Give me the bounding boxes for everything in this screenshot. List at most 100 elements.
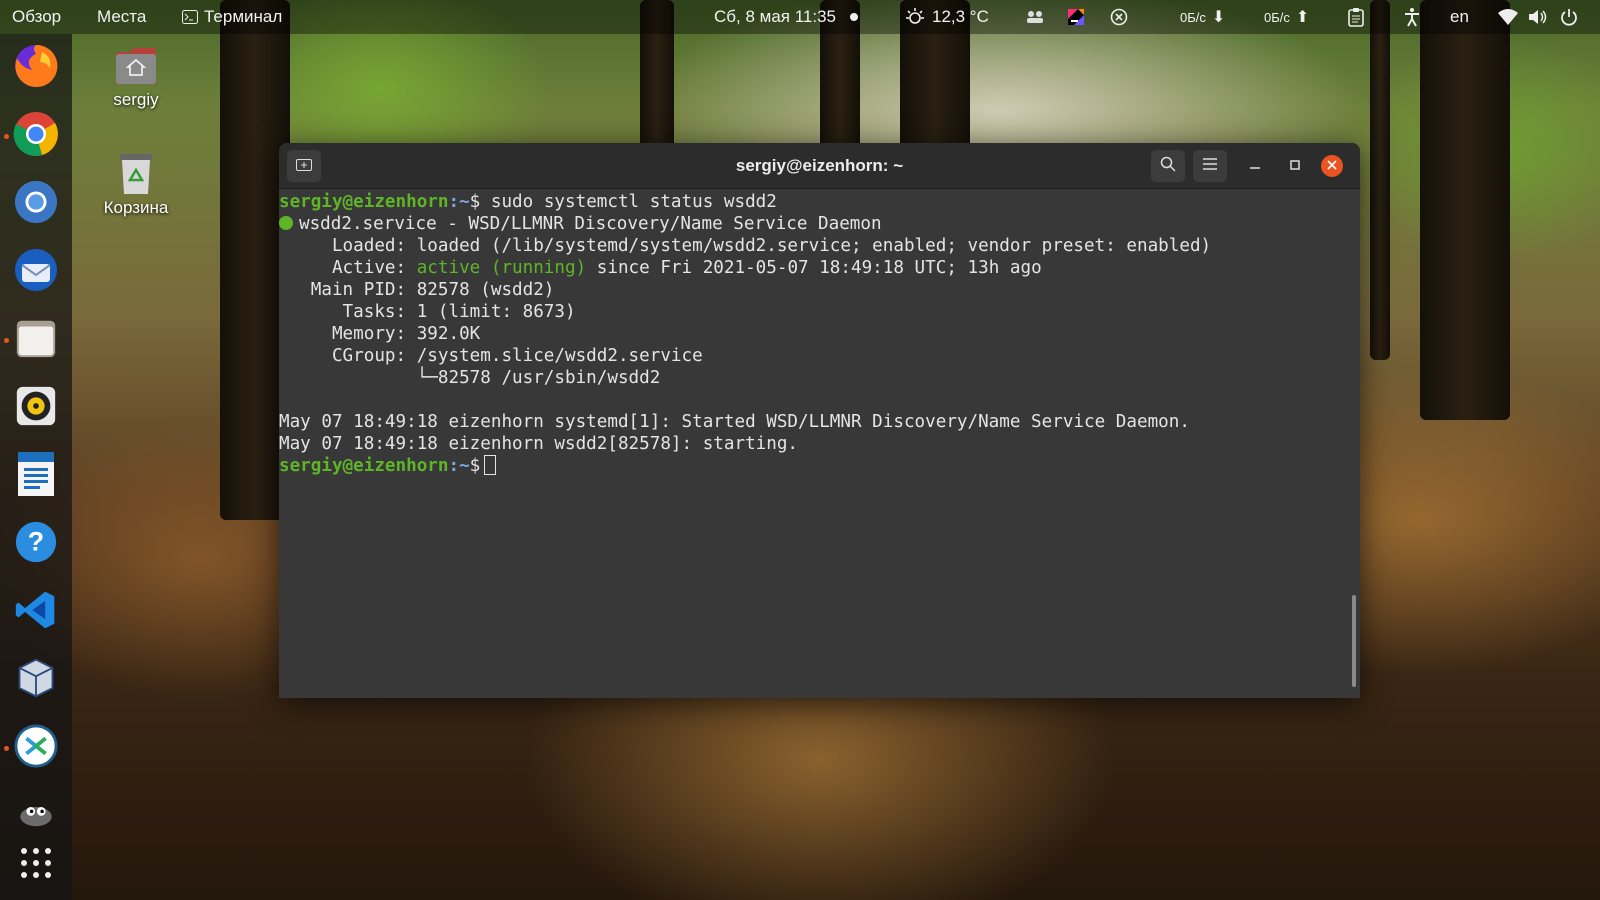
loaded-line: Loaded: loaded (/lib/systemd/system/wsdd… [279, 236, 1212, 256]
running-indicator-files [4, 338, 9, 343]
dock-rhythmbox[interactable] [11, 383, 61, 433]
net-down-label: 0Б/с [1180, 9, 1206, 25]
running-indicator-chrome [4, 134, 9, 139]
active-since: since Fri 2021-05-07 18:49:18 UTC; 13h a… [586, 258, 1042, 278]
scrollbar[interactable] [1352, 595, 1356, 687]
home-folder-label: sergiy [113, 90, 159, 109]
weather-indicator[interactable]: 12,3 °C [904, 0, 989, 34]
rhythmbox-icon [13, 383, 59, 434]
minimize-icon [1250, 157, 1260, 175]
main-pid-line: Main PID: 82578 (wsdd2) [279, 280, 555, 300]
minimize-button[interactable] [1241, 150, 1269, 182]
weather-label: 12,3 °C [932, 7, 989, 26]
sun-cloud-icon [904, 7, 926, 27]
command-text: sudo systemctl status wsdd2 [480, 192, 777, 212]
trash-icon [91, 150, 181, 198]
people-indicator[interactable] [1026, 0, 1044, 34]
prompt-user: sergiy@eizenhorn [279, 192, 449, 212]
close-button[interactable] [1321, 155, 1343, 177]
dock-help[interactable]: ? [11, 519, 61, 569]
desktop-home-folder[interactable]: sergiy [91, 42, 181, 110]
net-up-indicator[interactable]: 0Б/с ⬆ [1264, 0, 1309, 34]
wallpaper-trunk [1420, 0, 1510, 420]
menu-button[interactable] [1193, 150, 1227, 182]
gimp-icon [15, 799, 57, 834]
text-cursor [484, 455, 497, 475]
maximize-icon [1290, 157, 1300, 175]
dock-firefox[interactable] [11, 43, 61, 93]
maximize-button[interactable] [1281, 150, 1309, 182]
log-line: May 07 18:49:18 eizenhorn systemd[1]: St… [279, 412, 1190, 432]
activities-button[interactable]: Обзор [12, 0, 61, 34]
virtualbox-icon [14, 655, 58, 706]
jetbrains-toolbox-indicator[interactable] [1066, 0, 1086, 34]
remmina-icon [13, 723, 59, 774]
clipboard-indicator[interactable] [1348, 0, 1364, 34]
hamburger-icon [1203, 157, 1217, 175]
prompt-user: sergiy@eizenhorn [279, 456, 449, 476]
dock-files[interactable] [11, 315, 61, 365]
search-button[interactable] [1151, 150, 1185, 182]
system-menu[interactable] [1498, 0, 1578, 34]
service-description: wsdd2.service - WSD/LLMNR Discovery/Name… [299, 214, 882, 234]
status-indicator[interactable] [1110, 0, 1128, 34]
dock-chromium[interactable] [11, 179, 61, 229]
accessibility-icon [1403, 7, 1421, 27]
app-menu[interactable]: Терминал [182, 0, 282, 34]
volume-icon [1528, 8, 1548, 26]
active-line: Active: active (running) since Fri 2021-… [279, 257, 1360, 279]
dock-remmina[interactable] [11, 723, 61, 773]
dock-writer[interactable] [11, 451, 61, 501]
document-icon [14, 450, 58, 503]
dock: ? [0, 34, 72, 900]
clipboard-icon [1348, 7, 1364, 27]
dock-virtualbox[interactable] [11, 655, 61, 705]
people-icon [1026, 10, 1044, 24]
dock-gimp[interactable] [11, 791, 61, 841]
clock[interactable]: Сб, 8 мая 11:35 [714, 0, 858, 34]
top-bar: Обзор Места Терминал Сб, 8 мая 11:35 12,… [0, 0, 1600, 34]
active-state: active (running) [416, 258, 587, 278]
dock-vscode[interactable] [11, 587, 61, 637]
cgroup-child-line: └─82578 /usr/sbin/wsdd2 [279, 368, 661, 388]
close-icon [1327, 157, 1337, 175]
chrome-icon [12, 110, 60, 163]
cgroup-line: CGroup: /system.slice/wsdd2.service [279, 346, 703, 366]
log-line: May 07 18:49:18 eizenhorn wsdd2[82578]: … [279, 434, 799, 454]
jetbrains-icon [1066, 7, 1086, 27]
svg-text:?: ? [28, 526, 44, 556]
running-indicator-remmina [4, 746, 9, 751]
files-icon [13, 315, 59, 366]
memory-line: Memory: 392.0K [279, 324, 481, 344]
show-applications-button[interactable] [11, 840, 61, 890]
dock-thunderbird[interactable] [11, 247, 61, 297]
command-line: sergiy@eizenhorn:~$ sudo systemctl statu… [279, 191, 1360, 213]
language-indicator[interactable]: en [1450, 0, 1469, 34]
chromium-icon [13, 179, 59, 230]
terminal-icon [182, 10, 198, 24]
places-menu[interactable]: Места [97, 0, 146, 34]
prompt-line: sergiy@eizenhorn:~$ [279, 455, 1360, 477]
terminal-output[interactable]: sergiy@eizenhorn:~$ sudo systemctl statu… [279, 191, 1360, 698]
terminal-headerbar[interactable]: sergiy@eizenhorn: ~ [279, 143, 1360, 189]
vscode-icon [14, 588, 58, 637]
net-down-indicator[interactable]: 0Б/с ⬇ [1180, 0, 1225, 34]
active-label: Active: [279, 258, 417, 278]
app-menu-label: Терминал [204, 7, 283, 26]
power-icon [1560, 8, 1578, 26]
dock-chrome[interactable] [11, 111, 61, 161]
service-line: wsdd2.service - WSD/LLMNR Discovery/Name… [279, 213, 1360, 235]
grid-icon [20, 847, 52, 884]
prompt-symbol: $ [469, 192, 481, 212]
clock-label: Сб, 8 мая 11:35 [714, 7, 836, 26]
firefox-icon [12, 42, 60, 95]
accessibility-menu[interactable] [1403, 0, 1421, 34]
prompt-symbol: $ [469, 456, 481, 476]
desktop-trash[interactable]: Корзина [91, 150, 181, 218]
thunderbird-icon [12, 246, 60, 299]
terminal-window[interactable]: sergiy@eizenhorn: ~ sergiy@eizenhorn:~$ … [279, 143, 1360, 698]
status-dot-icon [279, 216, 293, 230]
help-icon: ? [13, 519, 59, 570]
notification-dot-icon [850, 13, 858, 21]
